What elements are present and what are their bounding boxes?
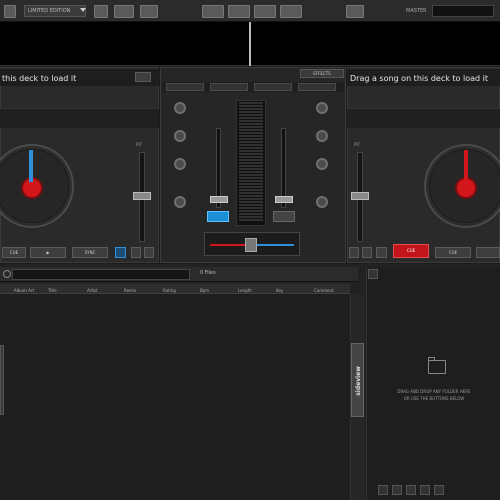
- right-volume-handle[interactable]: [275, 196, 293, 203]
- right-play-button[interactable]: CUE: [393, 244, 429, 258]
- column-rating[interactable]: Rating: [163, 288, 176, 293]
- column-album-art[interactable]: Album Art: [14, 288, 34, 293]
- mixer-tabs: [162, 82, 344, 92]
- file-count: 0 Files: [200, 270, 216, 276]
- left-sync-button[interactable]: SYNC: [72, 247, 108, 258]
- right-mid-knob[interactable]: [316, 158, 328, 170]
- browser-toggle-button[interactable]: [346, 5, 364, 18]
- skin-select[interactable]: LIMITED EDITION: [24, 5, 86, 17]
- right-high-knob[interactable]: [316, 130, 328, 142]
- search-input[interactable]: [12, 269, 190, 280]
- menu-button[interactable]: [4, 5, 16, 18]
- dj-app-window: { "topbar": { "skin_select": "LIMITED ED…: [0, 0, 500, 500]
- master-label: MASTER: [406, 8, 427, 14]
- folders-toggle[interactable]: [0, 345, 4, 415]
- settings-button[interactable]: [140, 5, 158, 18]
- right-deck-info: [347, 108, 500, 128]
- sideview-empty-line-2: OR USE THE BUTTONS BELOW: [403, 396, 465, 401]
- view-button-3[interactable]: [254, 5, 276, 18]
- left-pitch-handle[interactable]: [133, 192, 151, 200]
- column-bpm[interactable]: Bpm: [200, 288, 209, 293]
- folder-add-icon: [428, 357, 446, 374]
- left-deck-title: this deck to load it: [2, 74, 77, 83]
- view-button-4[interactable]: [280, 5, 302, 18]
- master-meter: [432, 5, 494, 17]
- sideview-btn-5[interactable]: [434, 485, 444, 495]
- right-keylock-button[interactable]: [376, 247, 387, 258]
- left-deck-info: [0, 108, 159, 128]
- right-pitch-label: PIT: [354, 142, 361, 147]
- right-pfl-button[interactable]: [273, 211, 295, 222]
- left-low-knob[interactable]: [174, 196, 186, 208]
- left-high-knob[interactable]: [174, 130, 186, 142]
- crossfader-right-track: [254, 244, 294, 246]
- sideview-btn-4[interactable]: [420, 485, 430, 495]
- left-deck-eject-button[interactable]: [135, 72, 151, 82]
- left-volume-handle[interactable]: [210, 196, 228, 203]
- left-cue-button[interactable]: CUE: [2, 247, 26, 258]
- track-list[interactable]: [0, 294, 350, 500]
- left-keylock-button[interactable]: [115, 247, 126, 258]
- column-artist[interactable]: Artist: [87, 288, 98, 293]
- crossfader-handle[interactable]: [245, 238, 258, 252]
- left-play-button[interactable]: ▶: [30, 247, 66, 258]
- left-jog-marker: [29, 150, 33, 182]
- effects-button[interactable]: EFFECTS: [300, 69, 344, 78]
- crossfader-left-track: [210, 244, 250, 246]
- sideview-empty-line-1: DRAG AND DROP ANY FOLDER HERE: [397, 389, 471, 394]
- column-comment[interactable]: Comment: [314, 288, 334, 293]
- view-button-1[interactable]: [202, 5, 224, 18]
- left-pfl-button[interactable]: [207, 211, 229, 222]
- sideview-label: sideview: [355, 366, 362, 396]
- sideview-tab[interactable]: sideview: [351, 343, 364, 417]
- right-jog-marker: [464, 150, 468, 182]
- sideview-menu-button[interactable]: [368, 269, 378, 279]
- left-gain-knob[interactable]: [174, 102, 186, 114]
- left-mid-knob[interactable]: [174, 158, 186, 170]
- right-cue-button[interactable]: CUE: [435, 247, 471, 258]
- right-pitch-plus-button[interactable]: [362, 247, 372, 258]
- chevron-down-icon: [80, 8, 86, 12]
- waveform-cursor: [249, 22, 251, 66]
- left-pitch-label: PIT: [136, 142, 143, 147]
- record-button[interactable]: [94, 5, 108, 18]
- sideview-btn-1[interactable]: [378, 485, 388, 495]
- sideview-panel: [366, 267, 500, 500]
- sideview-btn-2[interactable]: [392, 485, 402, 495]
- left-pitch-plus-button[interactable]: [144, 247, 154, 258]
- vu-meter: [236, 100, 266, 226]
- column-title[interactable]: Title: [48, 288, 57, 293]
- right-gain-knob[interactable]: [316, 102, 328, 114]
- right-deck-title: Drag a song on this deck to load it: [350, 74, 488, 83]
- column-length[interactable]: Length: [238, 288, 252, 293]
- column-key[interactable]: Key: [276, 288, 283, 293]
- left-pitch-minus-button[interactable]: [131, 247, 141, 258]
- search-icon: [3, 270, 11, 278]
- view-button-2[interactable]: [228, 5, 250, 18]
- right-pitch-minus-button[interactable]: [349, 247, 359, 258]
- layout-button[interactable]: [114, 5, 134, 18]
- column-remix[interactable]: Remix: [124, 288, 136, 293]
- right-pitch-handle[interactable]: [351, 192, 369, 200]
- right-sync-button[interactable]: [476, 247, 500, 258]
- right-low-knob[interactable]: [316, 196, 328, 208]
- sideview-btn-3[interactable]: [406, 485, 416, 495]
